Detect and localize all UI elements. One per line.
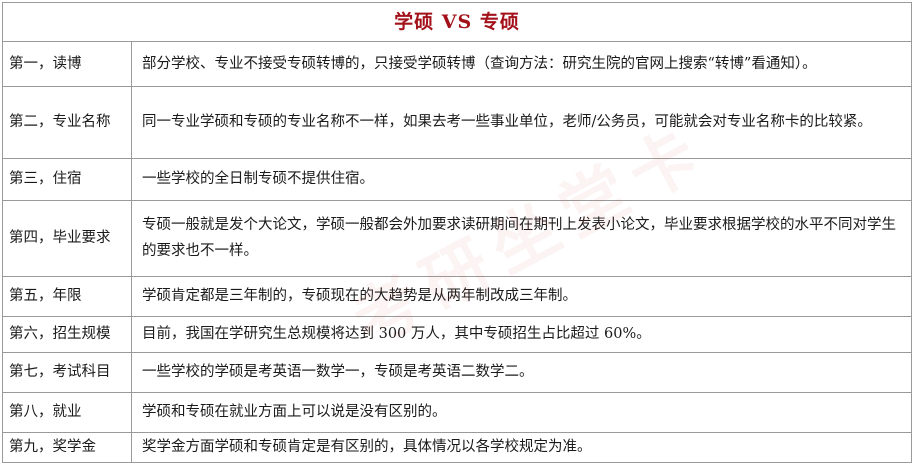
table-row: 第四，毕业要求 专硕一般就是发个大论文，学硕一般都会外加要求读研期间在期刊上发表… (3, 200, 911, 277)
row-label-phd: 第一，读博 (3, 42, 132, 87)
table-row: 第五，年限 学硕肯定都是三年制的，专硕现在的大趋势是从两年制改成三年制。 (3, 276, 911, 317)
row-label-housing: 第三，住宿 (3, 158, 132, 201)
table-row: 第三，住宿 一些学校的全日制专硕不提供住宿。 (3, 158, 911, 201)
comparison-table-sheet: 学硕 VS 专硕 第一，读博 部分学校、专业不接受专硕转博的，只接受学硕转博（查… (2, 2, 912, 463)
row-content-graduation: 专硕一般就是发个大论文，学硕一般都会外加要求读研期间在期刊上发表小论文，毕业要求… (131, 200, 911, 277)
table-row: 第九，奖学金 奖学金方面学硕和专硕肯定是有区别的，具体情况以各学校规定为准。 (3, 432, 911, 462)
row-label-scholarship: 第九，奖学金 (3, 432, 132, 462)
row-content-employment: 学硕和专硕在就业方面上可以说是没有区别的。 (131, 392, 911, 433)
row-label-duration: 第五，年限 (3, 276, 132, 317)
row-content-exam-subjects: 一些学校的学硕是考英语一数学一，专硕是考英语二数学二。 (131, 352, 911, 393)
comparison-table: 第一，读博 部分学校、专业不接受专硕转博的，只接受学硕转博（查询方法：研究生院的… (3, 42, 911, 462)
table-row: 第七，考试科目 一些学校的学硕是考英语一数学一，专硕是考英语二数学二。 (3, 352, 911, 393)
row-label-exam-subjects: 第七，考试科目 (3, 352, 132, 393)
row-label-enrollment: 第六，招生规模 (3, 316, 132, 353)
row-content-duration: 学硕肯定都是三年制的，专硕现在的大趋势是从两年制改成三年制。 (131, 276, 911, 317)
row-content-scholarship: 奖学金方面学硕和专硕肯定是有区别的，具体情况以各学校规定为准。 (142, 439, 592, 456)
row-content-housing: 一些学校的全日制专硕不提供住宿。 (131, 158, 911, 201)
table-row: 第二，专业名称 同一专业学硕和专硕的专业名称不一样，如果去考一些事业单位，老师/… (3, 86, 911, 159)
row-content-enrollment: 目前，我国在学研究生总规模将达到 300 万人，其中专硕招生占比超过 60%。 (131, 316, 911, 353)
row-label-graduation: 第四，毕业要求 (3, 200, 132, 277)
table-row: 第一，读博 部分学校、专业不接受专硕转博的，只接受学硕转博（查询方法：研究生院的… (3, 42, 911, 87)
row-content-phd: 部分学校、专业不接受专硕转博的，只接受学硕转博（查询方法：研究生院的官网上搜索“… (131, 42, 911, 87)
table-row: 第八，就业 学硕和专硕在就业方面上可以说是没有区别的。 (3, 392, 911, 433)
row-label-employment: 第八，就业 (3, 392, 132, 433)
table-row: 第六，招生规模 目前，我国在学研究生总规模将达到 300 万人，其中专硕招生占比… (3, 316, 911, 353)
row-content-major-name: 同一专业学硕和专硕的专业名称不一样，如果去考一些事业单位，老师/公务员，可能就会… (131, 86, 911, 159)
table-title: 学硕 VS 专硕 (3, 3, 911, 42)
row-label-major-name: 第二，专业名称 (3, 86, 132, 159)
